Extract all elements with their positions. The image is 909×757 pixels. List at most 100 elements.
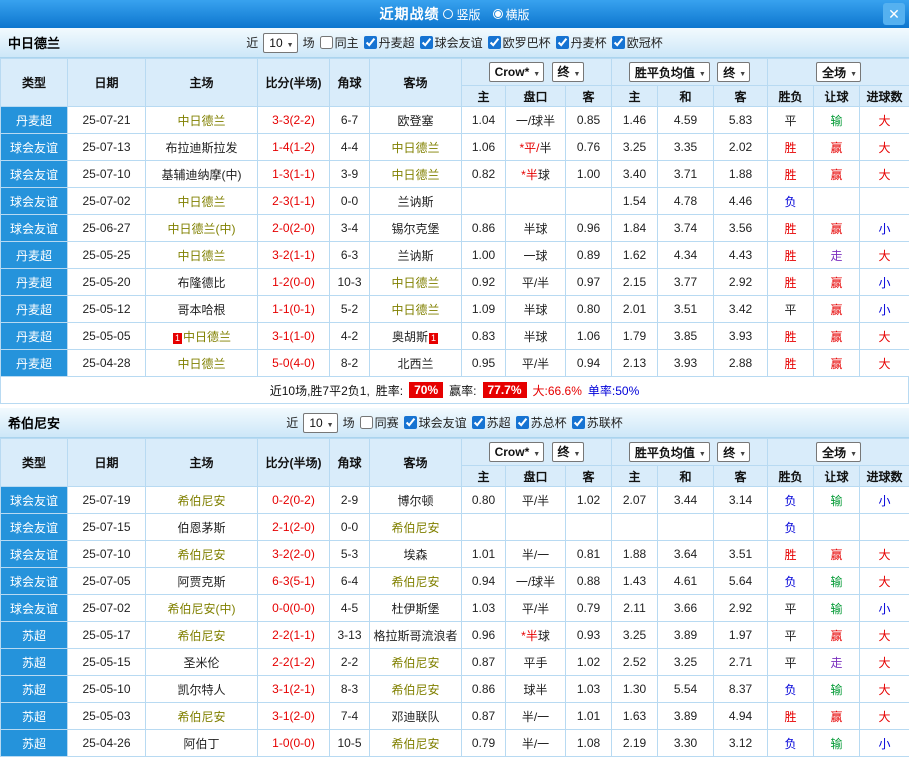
filter-europa-league[interactable]: 欧罗巴杯 bbox=[488, 34, 551, 51]
filter-checkbox[interactable] bbox=[612, 36, 625, 49]
euro-odds-draw: 4.78 bbox=[658, 188, 714, 215]
away-team[interactable]: 中日德兰 bbox=[370, 296, 462, 323]
home-team[interactable]: 中日德兰 bbox=[146, 242, 258, 269]
home-team[interactable]: 阿贾克斯 bbox=[146, 568, 258, 595]
home-team[interactable]: 中日德兰(中) bbox=[146, 215, 258, 242]
away-team[interactable]: 兰讷斯 bbox=[370, 242, 462, 269]
home-team[interactable]: 希伯尼安 bbox=[146, 487, 258, 514]
filter-scottish-cup[interactable]: 苏总杯 bbox=[516, 414, 567, 431]
recent-count-select[interactable]: 10 bbox=[263, 33, 297, 53]
filter-checkbox[interactable] bbox=[360, 416, 373, 429]
odds-company-select[interactable]: Crow* bbox=[489, 62, 545, 82]
home-team[interactable]: 中日德兰 bbox=[146, 188, 258, 215]
europe-odds-select[interactable]: 胜平负均值 bbox=[629, 62, 710, 82]
odds-value: 0.76 bbox=[577, 140, 600, 154]
europe-odds-select[interactable]: 胜平负均值 bbox=[629, 442, 710, 462]
filter-scottish-premiership[interactable]: 苏超 bbox=[472, 414, 511, 431]
home-team[interactable]: 希伯尼安 bbox=[146, 541, 258, 568]
odds-period-select[interactable]: 终 bbox=[552, 62, 585, 82]
europe-period-select[interactable]: 终 bbox=[717, 62, 750, 82]
home-team[interactable]: 布隆德比 bbox=[146, 269, 258, 296]
handicap-odds-away: 0.79 bbox=[566, 595, 612, 622]
away-team[interactable]: 兰讷斯 bbox=[370, 188, 462, 215]
filter-danish-cup[interactable]: 丹麦杯 bbox=[556, 34, 607, 51]
home-team[interactable]: 希伯尼安(中) bbox=[146, 595, 258, 622]
away-team[interactable]: 希伯尼安 bbox=[370, 514, 462, 541]
scope-select[interactable]: 全场 bbox=[816, 62, 861, 82]
odds-value: 3.51 bbox=[674, 302, 697, 316]
away-team[interactable]: 希伯尼安 bbox=[370, 676, 462, 703]
filter-checkbox[interactable] bbox=[556, 36, 569, 49]
home-team[interactable]: 哥本哈根 bbox=[146, 296, 258, 323]
result-goals bbox=[860, 188, 909, 215]
home-team[interactable]: 阿伯丁 bbox=[146, 730, 258, 757]
away-team[interactable]: 希伯尼安 bbox=[370, 649, 462, 676]
filter-checkbox[interactable] bbox=[488, 36, 501, 49]
competition-label: 苏超 bbox=[22, 656, 46, 670]
away-team[interactable]: 欧登塞 bbox=[370, 107, 462, 134]
filter-same-competition[interactable]: 同赛 bbox=[360, 414, 399, 431]
euro-odds-away bbox=[714, 514, 768, 541]
home-team[interactable]: 中日德兰 bbox=[146, 350, 258, 377]
away-team[interactable]: 中日德兰 bbox=[370, 161, 462, 188]
odds-value: 3.25 bbox=[674, 655, 697, 669]
home-team[interactable]: 凯尔特人 bbox=[146, 676, 258, 703]
filter-checkbox[interactable] bbox=[472, 416, 485, 429]
radio-vertical-layout[interactable]: 竖版 bbox=[443, 6, 480, 23]
odds-company-select[interactable]: Crow* bbox=[489, 442, 545, 462]
filter-checkbox[interactable] bbox=[516, 416, 529, 429]
filter-club-friendly[interactable]: 球会友谊 bbox=[404, 414, 467, 431]
filter-club-friendly[interactable]: 球会友谊 bbox=[420, 34, 483, 51]
away-team[interactable]: 博尔顿 bbox=[370, 487, 462, 514]
handicap-odds-away: 0.76 bbox=[566, 134, 612, 161]
home-team[interactable]: 希伯尼安 bbox=[146, 703, 258, 730]
chevron-down-icon bbox=[739, 65, 746, 79]
odds-value: 0.96 bbox=[472, 628, 495, 642]
filter-checkbox[interactable] bbox=[364, 36, 377, 49]
single-rate: 单率:50% bbox=[588, 382, 639, 399]
away-team[interactable]: 格拉斯哥流浪者 bbox=[370, 622, 462, 649]
scope-select[interactable]: 全场 bbox=[816, 442, 861, 462]
home-team[interactable]: 希伯尼安 bbox=[146, 622, 258, 649]
home-team[interactable]: 基辅迪纳摩(中) bbox=[146, 161, 258, 188]
away-team[interactable]: 埃森 bbox=[370, 541, 462, 568]
away-team[interactable]: 杜伊斯堡 bbox=[370, 595, 462, 622]
home-team[interactable]: 布拉迪斯拉发 bbox=[146, 134, 258, 161]
filter-checkbox[interactable] bbox=[320, 36, 333, 49]
date-label: 25-04-26 bbox=[82, 736, 130, 750]
filter-checkbox[interactable] bbox=[420, 36, 433, 49]
filter-champions-league[interactable]: 欧冠杯 bbox=[612, 34, 663, 51]
filter-same-home[interactable]: 同主 bbox=[320, 34, 359, 51]
result-goals: 小 bbox=[860, 215, 909, 242]
score-label: 6-3(5-1) bbox=[272, 574, 315, 588]
away-team[interactable]: 锡尔克堡 bbox=[370, 215, 462, 242]
europe-period-select[interactable]: 终 bbox=[717, 442, 750, 462]
odds-period-select[interactable]: 终 bbox=[552, 442, 585, 462]
close-button[interactable]: ✕ bbox=[883, 3, 905, 25]
odds-value: 3.89 bbox=[674, 628, 697, 642]
away-team[interactable]: 邓迪联队 bbox=[370, 703, 462, 730]
filter-checkbox[interactable] bbox=[572, 416, 585, 429]
col-handicap: 盘口 bbox=[506, 466, 566, 487]
chevron-down-icon bbox=[533, 445, 540, 459]
away-team[interactable]: 奥胡斯1 bbox=[370, 323, 462, 350]
corner: 10-3 bbox=[330, 269, 370, 296]
corner-label: 6-7 bbox=[341, 113, 358, 127]
score: 0-0(0-0) bbox=[258, 595, 330, 622]
away-team[interactable]: 中日德兰 bbox=[370, 269, 462, 296]
away-team[interactable]: 北西兰 bbox=[370, 350, 462, 377]
filter-danish-superliga[interactable]: 丹麦超 bbox=[364, 34, 415, 51]
home-team[interactable]: 圣米伦 bbox=[146, 649, 258, 676]
result-label: 大 bbox=[879, 683, 891, 697]
home-team[interactable]: 1中日德兰 bbox=[146, 323, 258, 350]
col-corner: 角球 bbox=[330, 439, 370, 487]
away-team[interactable]: 中日德兰 bbox=[370, 134, 462, 161]
radio-horizontal-layout[interactable]: 横版 bbox=[493, 6, 530, 23]
away-team[interactable]: 希伯尼安 bbox=[370, 730, 462, 757]
filter-checkbox[interactable] bbox=[404, 416, 417, 429]
home-team[interactable]: 中日德兰 bbox=[146, 107, 258, 134]
filter-scottish-league-cup[interactable]: 苏联杯 bbox=[572, 414, 623, 431]
home-team[interactable]: 伯恩茅斯 bbox=[146, 514, 258, 541]
away-team[interactable]: 希伯尼安 bbox=[370, 568, 462, 595]
recent-count-select[interactable]: 10 bbox=[303, 413, 337, 433]
